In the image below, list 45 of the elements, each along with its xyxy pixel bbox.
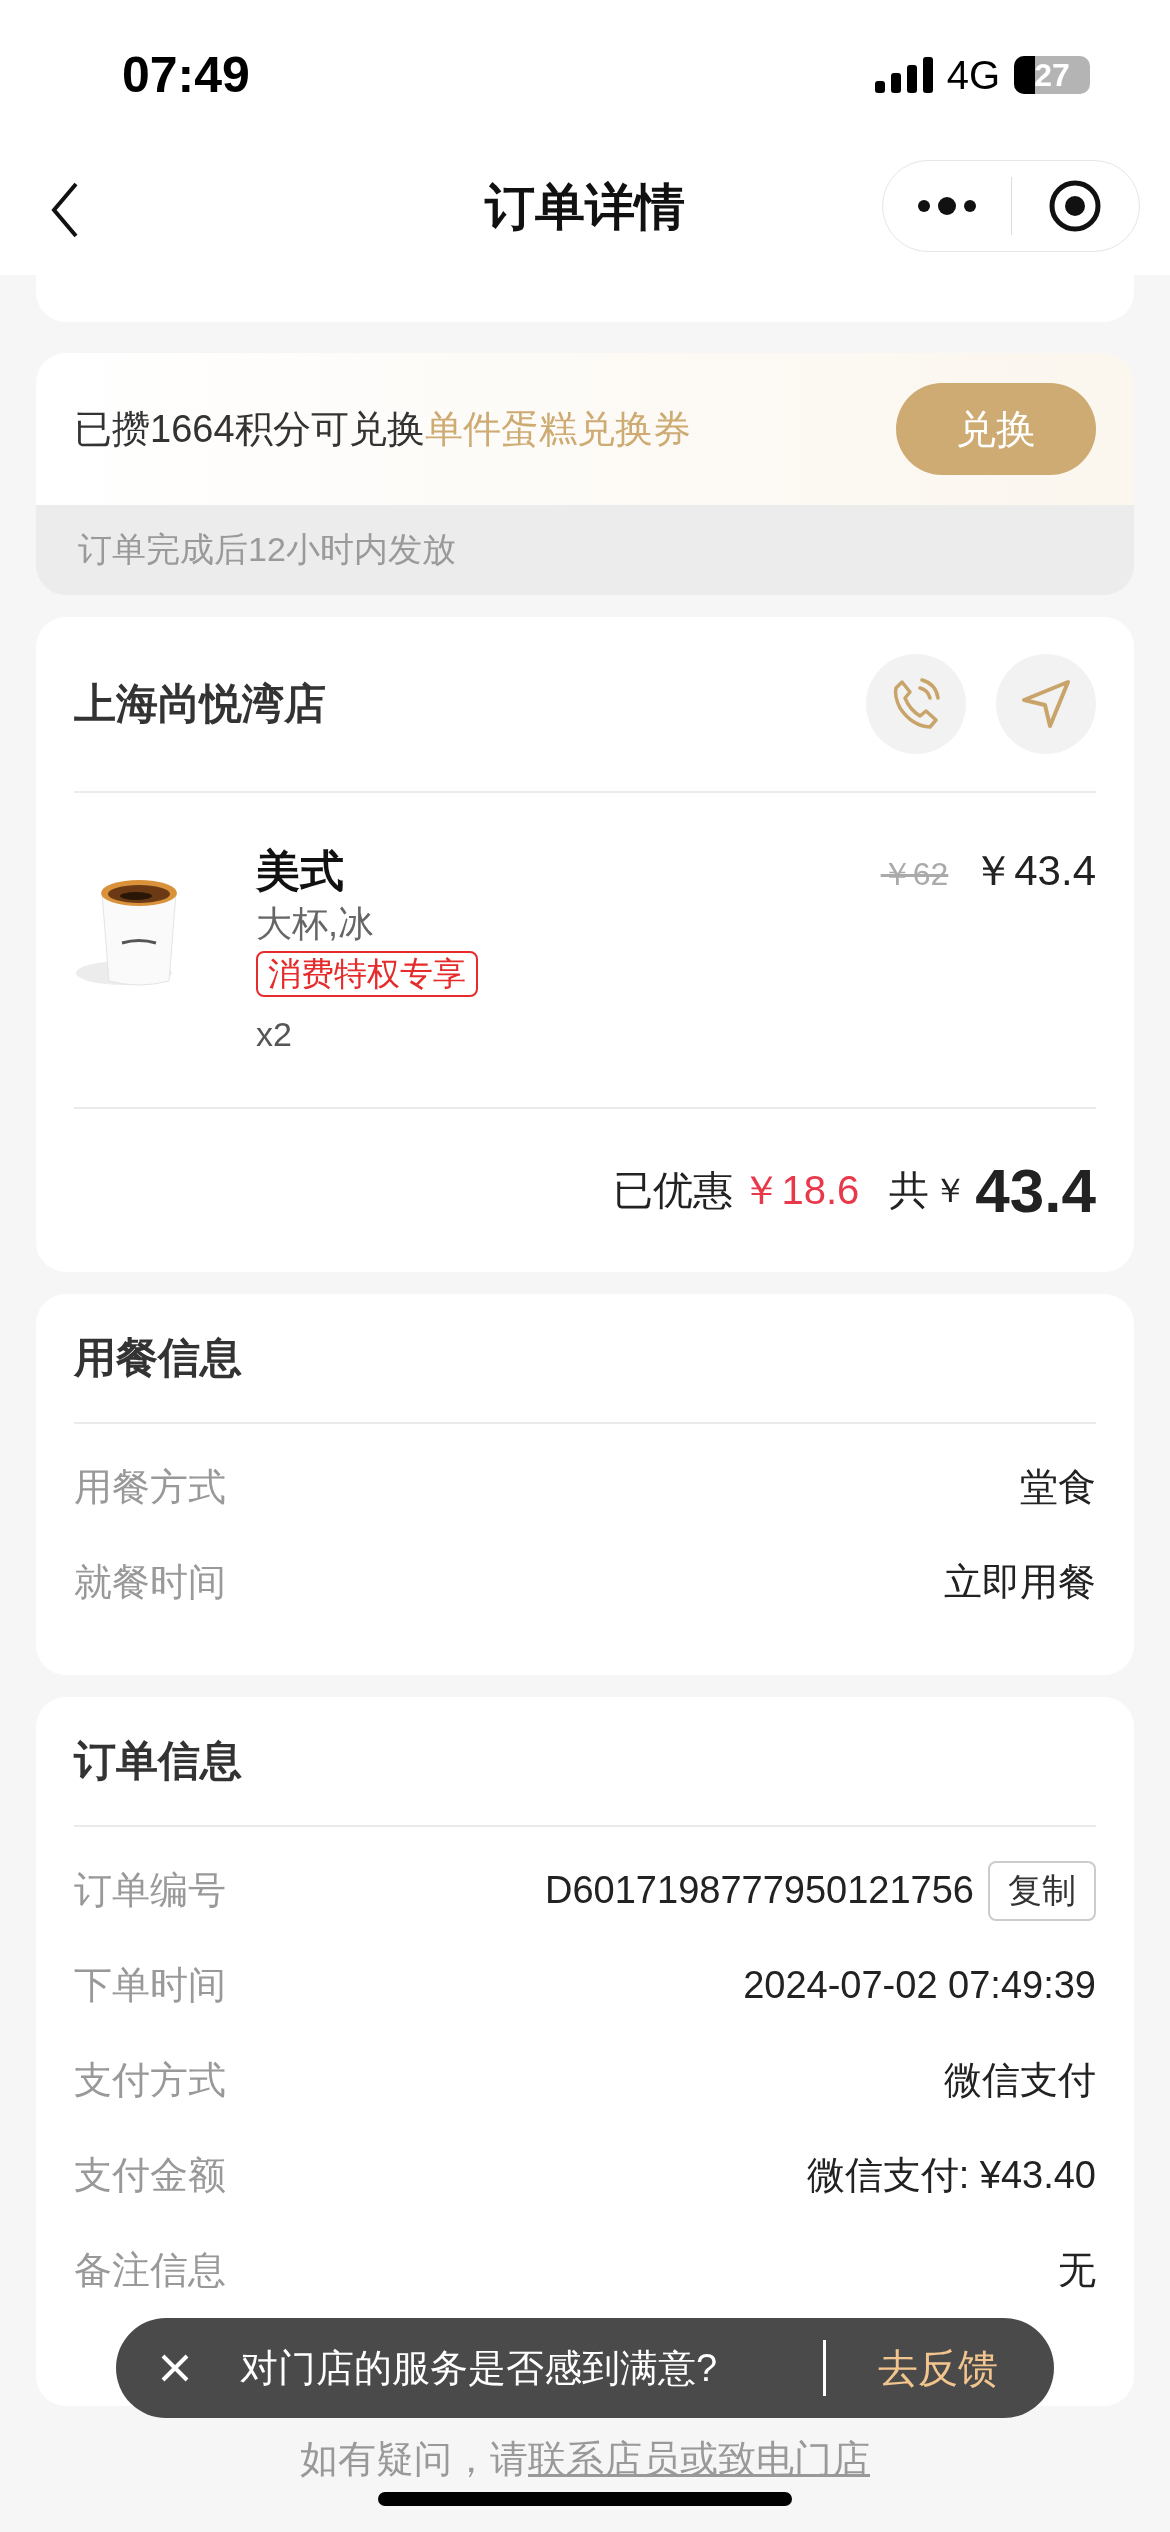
field-label: 用餐方式 (74, 1465, 227, 1510)
navigation-icon (1020, 678, 1072, 730)
discount-label: 已优惠 (613, 1167, 734, 1214)
price: ￥43.4 (972, 846, 1096, 896)
field-value: 立即用餐 (944, 1560, 1096, 1605)
field-value: 2024-07-02 07:49:39 (743, 1964, 1096, 2007)
field-value: 微信支付: ¥43.40 (806, 2153, 1096, 2198)
product-options: 大杯,冰 (256, 899, 374, 949)
issue-note: 订单完成后12小时内发放 (36, 505, 1134, 595)
battery-icon: 27 (1014, 56, 1090, 94)
clock: 07:49 (122, 46, 251, 104)
total-amount: 43.4 (975, 1155, 1096, 1226)
discount-amount: ￥18.6 (741, 1167, 860, 1214)
network-label: 4G (946, 52, 1000, 98)
field-value: 微信支付 (944, 2058, 1096, 2103)
back-icon[interactable] (50, 182, 80, 238)
points-message: 已攒1664积分可兑换单件蛋糕兑换券 (74, 406, 692, 452)
close-target-icon[interactable] (1049, 180, 1102, 232)
section-title: 订单信息 (74, 1697, 1096, 1827)
field-label: 支付金额 (74, 2153, 227, 2198)
copy-button[interactable]: 复制 (988, 1860, 1096, 1921)
field-label: 订单编号 (74, 1868, 227, 1913)
store-name: 上海尚悦湾店 (74, 679, 327, 729)
close-icon[interactable] (160, 2353, 190, 2383)
field-value: D6017198777950121756 (545, 1869, 974, 1912)
page-title: 订单详情 (485, 178, 685, 237)
more-icon[interactable] (916, 196, 977, 216)
field-value: 堂食 (1020, 1465, 1096, 1510)
signal-icon (874, 57, 933, 93)
original-price: ￥62 (880, 855, 949, 894)
privilege-tag: 消费特权专享 (256, 951, 478, 997)
currency-sign: ￥ (933, 1169, 968, 1211)
product-name: 美式 (256, 845, 344, 897)
field-label: 支付方式 (74, 2058, 227, 2103)
phone-icon (892, 678, 940, 730)
section-title: 用餐信息 (74, 1294, 1096, 1424)
field-label: 就餐时间 (74, 1560, 227, 1605)
help-note: 如有疑问，请联系店员或致电门店 (300, 2437, 870, 2482)
total-label: 共 (889, 1167, 930, 1214)
field-label: 备注信息 (74, 2248, 227, 2293)
quantity: x2 (256, 1015, 292, 1054)
field-label: 下单时间 (74, 1963, 227, 2008)
field-value: 无 (1058, 2248, 1096, 2293)
feedback-link[interactable]: 去反馈 (878, 2340, 998, 2396)
feedback-question: 对门店的服务是否感到满意? (240, 2345, 719, 2391)
